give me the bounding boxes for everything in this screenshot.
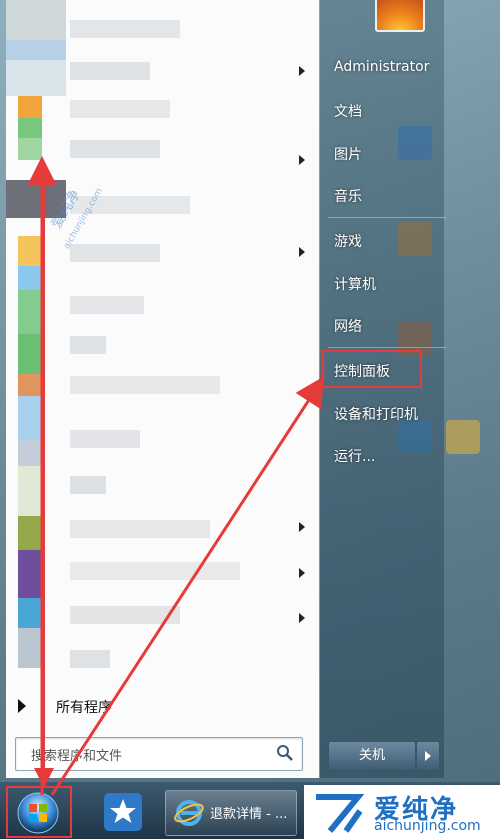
annotation-arrows [27,156,325,796]
annotation-arrow-diagonal [50,375,325,796]
